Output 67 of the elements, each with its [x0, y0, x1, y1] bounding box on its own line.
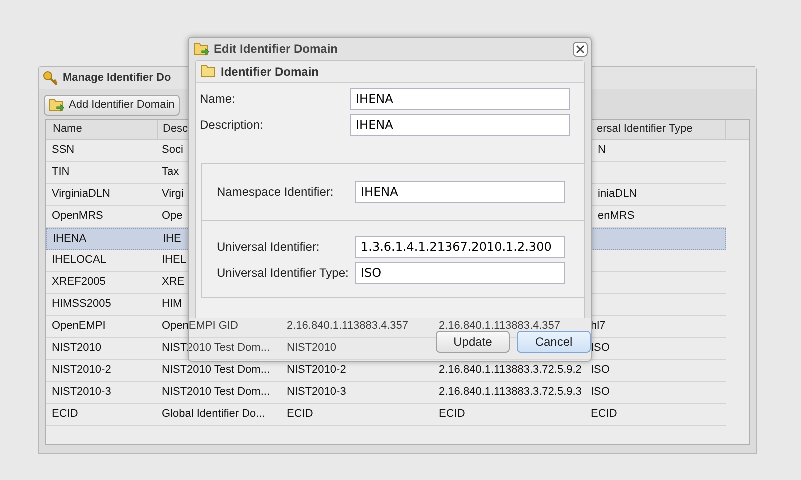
table-cell-text: iniaDLN	[598, 187, 638, 202]
column-header[interactable]: ersal Identifier Type	[597, 121, 693, 138]
panel-title: Manage Identifier Do	[63, 70, 172, 86]
table-cell-text: Global Identifier Do...	[162, 407, 266, 422]
table-cell-text: ECID	[287, 407, 314, 422]
table-cell-text: 2.16.840.1.113883.4.357	[287, 319, 409, 334]
table-cell-text: HIMSS2005	[52, 297, 112, 312]
table-cell-text: IHELOCAL	[52, 253, 106, 268]
form-title: Identifier Domain	[221, 64, 320, 80]
table-cell-text: ISO	[591, 363, 610, 378]
close-icon	[576, 44, 585, 54]
table-cell-text: hl7	[591, 319, 606, 334]
key-icon	[43, 70, 59, 86]
table-cell-text: NIST2010	[287, 341, 337, 356]
table-cell-text: enMRS	[598, 209, 635, 224]
folder-arrow-icon	[194, 42, 210, 56]
table-cell-text: 2.16.840.1.113883.3.72.5.9.3	[439, 385, 582, 400]
text-field[interactable]: IHENA	[350, 114, 570, 136]
text-field[interactable]: IHENA	[350, 88, 570, 110]
column-header[interactable]: Desc	[163, 121, 188, 138]
field-label: Universal Identifier Type:	[217, 265, 350, 282]
table-cell-text: NIST2010-2	[52, 363, 112, 378]
table-cell-text: IHEL	[162, 253, 186, 268]
table-cell-text: Tax	[162, 165, 180, 180]
table-cell-text: 2.16.840.1.113883.3.72.5.9.2	[439, 363, 582, 378]
table-cell-text: ISO	[591, 385, 610, 400]
column-header[interactable]: Name	[53, 121, 82, 138]
table-cell-text: NIST2010 Test Dom...	[162, 385, 270, 400]
table-cell-text: SSN	[52, 143, 75, 158]
table-cell-text: TIN	[52, 165, 70, 180]
table-cell-text: Soci	[162, 143, 184, 158]
table-cell-text: HIM	[162, 297, 182, 312]
field-label: Name:	[200, 91, 236, 108]
folder-icon	[201, 65, 216, 78]
table-cell-text: NIST2010-3	[287, 385, 346, 400]
dialog-button[interactable]: Cancel	[517, 330, 591, 352]
text-field[interactable]: IHENA	[355, 181, 565, 203]
table-cell-text: IHENA	[53, 232, 87, 247]
table-cell-text: NIST2010-2	[287, 363, 346, 378]
folder-arrow-icon	[49, 98, 65, 112]
table-cell-text: IHE	[163, 232, 182, 247]
dialog-button[interactable]: Update	[436, 330, 510, 352]
table-cell-text: ECID	[52, 407, 78, 422]
table-cell-text: N	[598, 143, 606, 158]
table-cell-text: NIST2010 Test Dom...	[162, 341, 270, 356]
table-cell-text: Virgi	[162, 187, 184, 202]
table-cell-text: XREF2005	[52, 275, 106, 290]
table-cell-text: NIST2010-3	[52, 385, 112, 400]
table-cell-text: OpenEMPI	[52, 319, 106, 334]
text-field[interactable]: 1.3.6.1.4.1.21367.2010.1.2.300	[355, 236, 565, 258]
table-cell-text: NIST2010 Test Dom...	[162, 363, 270, 378]
field-label: Description:	[200, 117, 264, 134]
field-label: Universal Identifier:	[217, 239, 321, 256]
table-cell-text: XRE	[162, 275, 185, 290]
table-cell-text: OpenMRS	[52, 209, 104, 224]
table-cell-text: VirginiaDLN	[52, 187, 110, 202]
table-cell-text: ECID	[591, 407, 618, 422]
table-cell-text: Ope	[162, 209, 183, 224]
table-cell-text: ISO	[591, 341, 610, 356]
close-button[interactable]	[573, 42, 588, 56]
text-field[interactable]: ISO	[355, 262, 565, 284]
field-label: Namespace Identifier:	[217, 184, 335, 201]
toolbar-button[interactable]: Add Identifier Domain	[44, 94, 180, 116]
table-cell-text: NIST2010	[52, 341, 102, 356]
table-cell-text: OpenEMPI GID	[162, 319, 238, 334]
table-cell-text: ECID	[439, 407, 466, 422]
dialog-title: Edit Identifier Domain	[214, 41, 338, 58]
